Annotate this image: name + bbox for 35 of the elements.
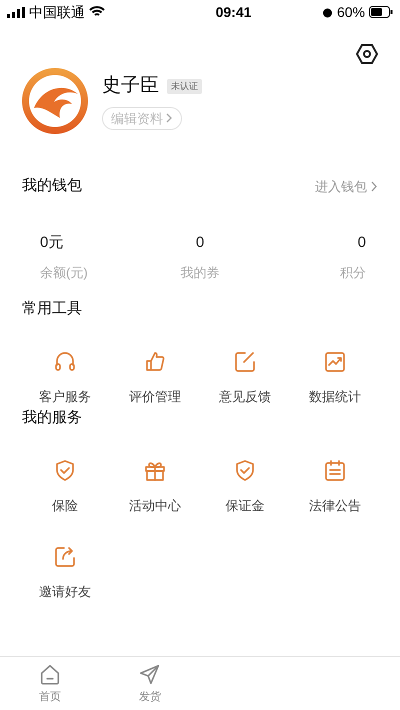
chevron-right-icon	[370, 180, 378, 192]
carrier-name: 中国联通	[29, 2, 85, 22]
stat-label: 我的券	[180, 264, 220, 282]
tool-label[interactable]: 活动中心	[129, 496, 181, 516]
stat-value: 0元	[40, 232, 64, 252]
verification-badge: 未认证	[167, 78, 202, 94]
battery-icon	[369, 6, 393, 18]
tool-label[interactable]: 法律公告	[309, 496, 361, 516]
stat-value: 0	[196, 232, 204, 252]
tool-label[interactable]: 评价管理	[129, 386, 181, 406]
tool-label[interactable]: 意见反馈	[219, 386, 271, 406]
stat-label: 积分	[340, 264, 366, 282]
user-name: 史子臣	[102, 74, 159, 98]
tool-label[interactable]: 客户服务	[39, 386, 91, 406]
tool-label[interactable]: 数据统计	[309, 386, 361, 406]
tab-item[interactable]: 首页	[0, 663, 100, 710]
chevron-right-icon	[165, 113, 173, 124]
wifi-icon	[89, 6, 105, 18]
stat-label: 余额(元)	[40, 264, 88, 282]
tab-item[interactable]: 发货	[100, 663, 200, 710]
tool-label[interactable]: 保证金	[226, 496, 264, 516]
status-time: 09:41	[216, 2, 252, 22]
tool-label[interactable]: 邀请好友	[39, 582, 91, 601]
tool-label[interactable]: 保险	[52, 496, 78, 516]
section-title: 我的服务	[22, 409, 82, 426]
section-title: 我的钱包	[22, 176, 82, 196]
section-title: 常用工具	[22, 300, 82, 316]
settings-icon[interactable]	[356, 43, 378, 65]
stat-value: 0	[358, 232, 366, 252]
battery-percent: 60%	[336, 2, 365, 22]
home-icon	[38, 663, 62, 687]
calendar-icon	[322, 458, 348, 484]
signal-icon	[7, 6, 25, 18]
paper-plane-icon	[138, 663, 162, 687]
avatar-logo	[22, 68, 88, 134]
